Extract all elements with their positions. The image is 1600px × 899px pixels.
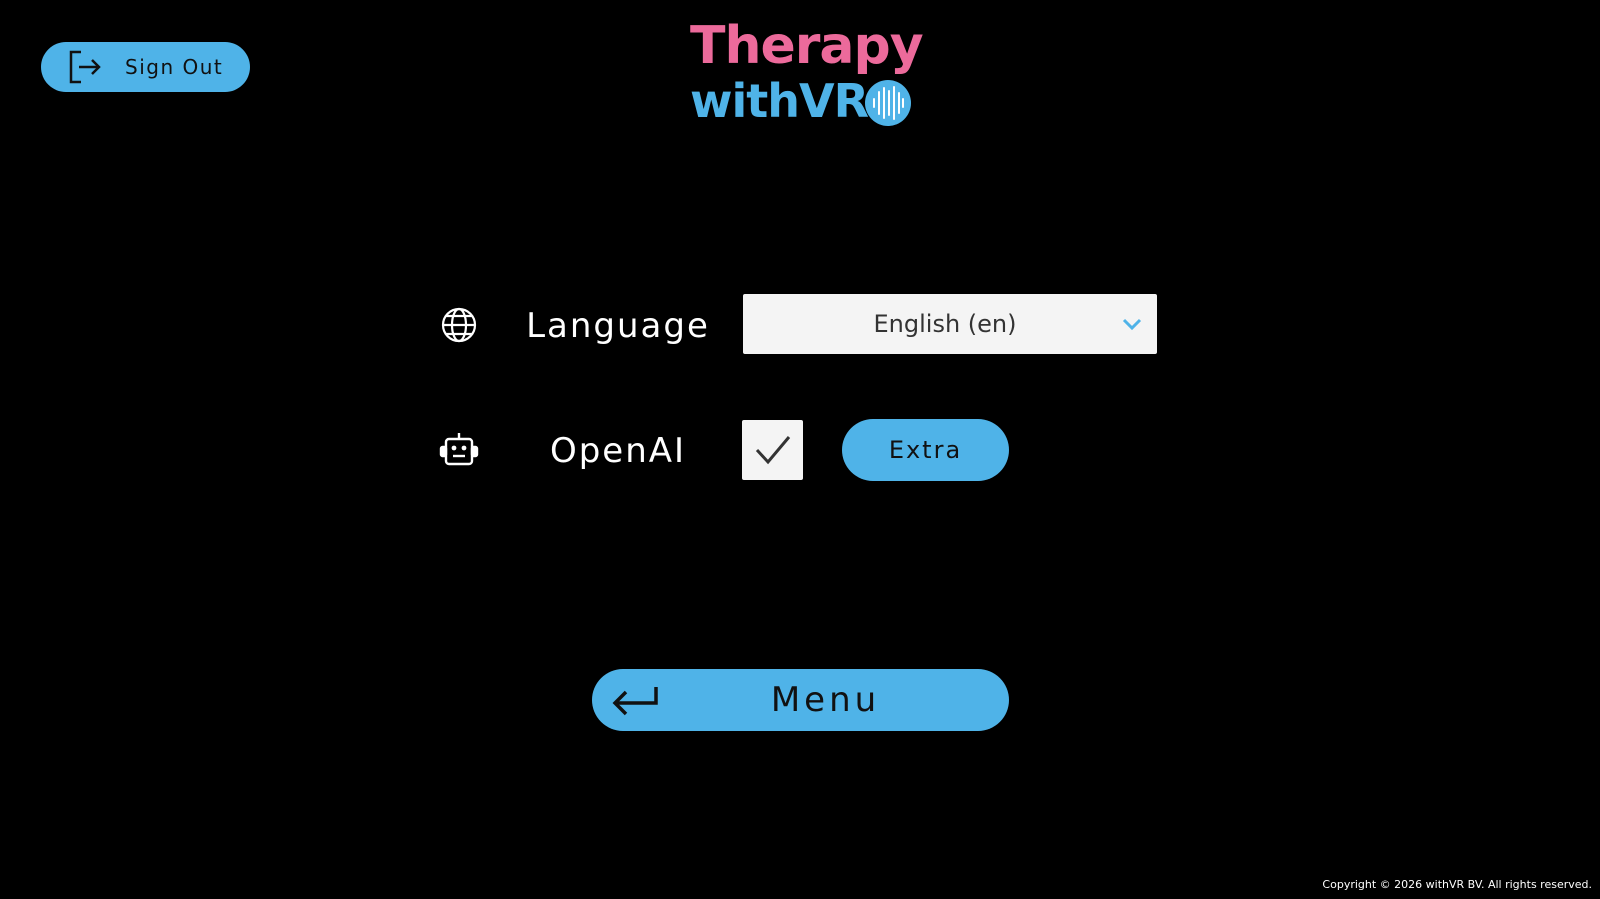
logo-line2: withVR bbox=[690, 74, 869, 128]
extra-button[interactable]: Extra bbox=[842, 419, 1009, 481]
language-select[interactable]: English (en) bbox=[743, 294, 1157, 354]
sign-out-icon bbox=[69, 50, 101, 84]
menu-button-label: Menu bbox=[770, 680, 881, 720]
language-select-value: English (en) bbox=[873, 310, 1017, 338]
logo-line1: Therapy bbox=[690, 16, 924, 76]
openai-label: OpenAI bbox=[549, 431, 687, 471]
sign-out-label: Sign Out bbox=[125, 55, 224, 79]
copyright-text: Copyright © 2026 withVR BV. All rights r… bbox=[1322, 878, 1592, 891]
logo-orb-icon bbox=[865, 80, 911, 126]
logo: Therapy withVR bbox=[690, 16, 924, 128]
settings-screen: Sign Out Therapy withVR Language English… bbox=[0, 0, 1600, 899]
sign-out-button[interactable]: Sign Out bbox=[41, 42, 250, 92]
chevron-down-icon bbox=[1122, 318, 1142, 331]
globe-icon bbox=[441, 307, 477, 343]
language-label: Language bbox=[526, 306, 710, 346]
checkmark-icon bbox=[755, 436, 791, 465]
menu-button[interactable]: Menu bbox=[592, 669, 1009, 731]
extra-button-label: Extra bbox=[888, 436, 963, 464]
robot-icon bbox=[439, 433, 479, 466]
openai-checkbox[interactable] bbox=[742, 420, 803, 480]
